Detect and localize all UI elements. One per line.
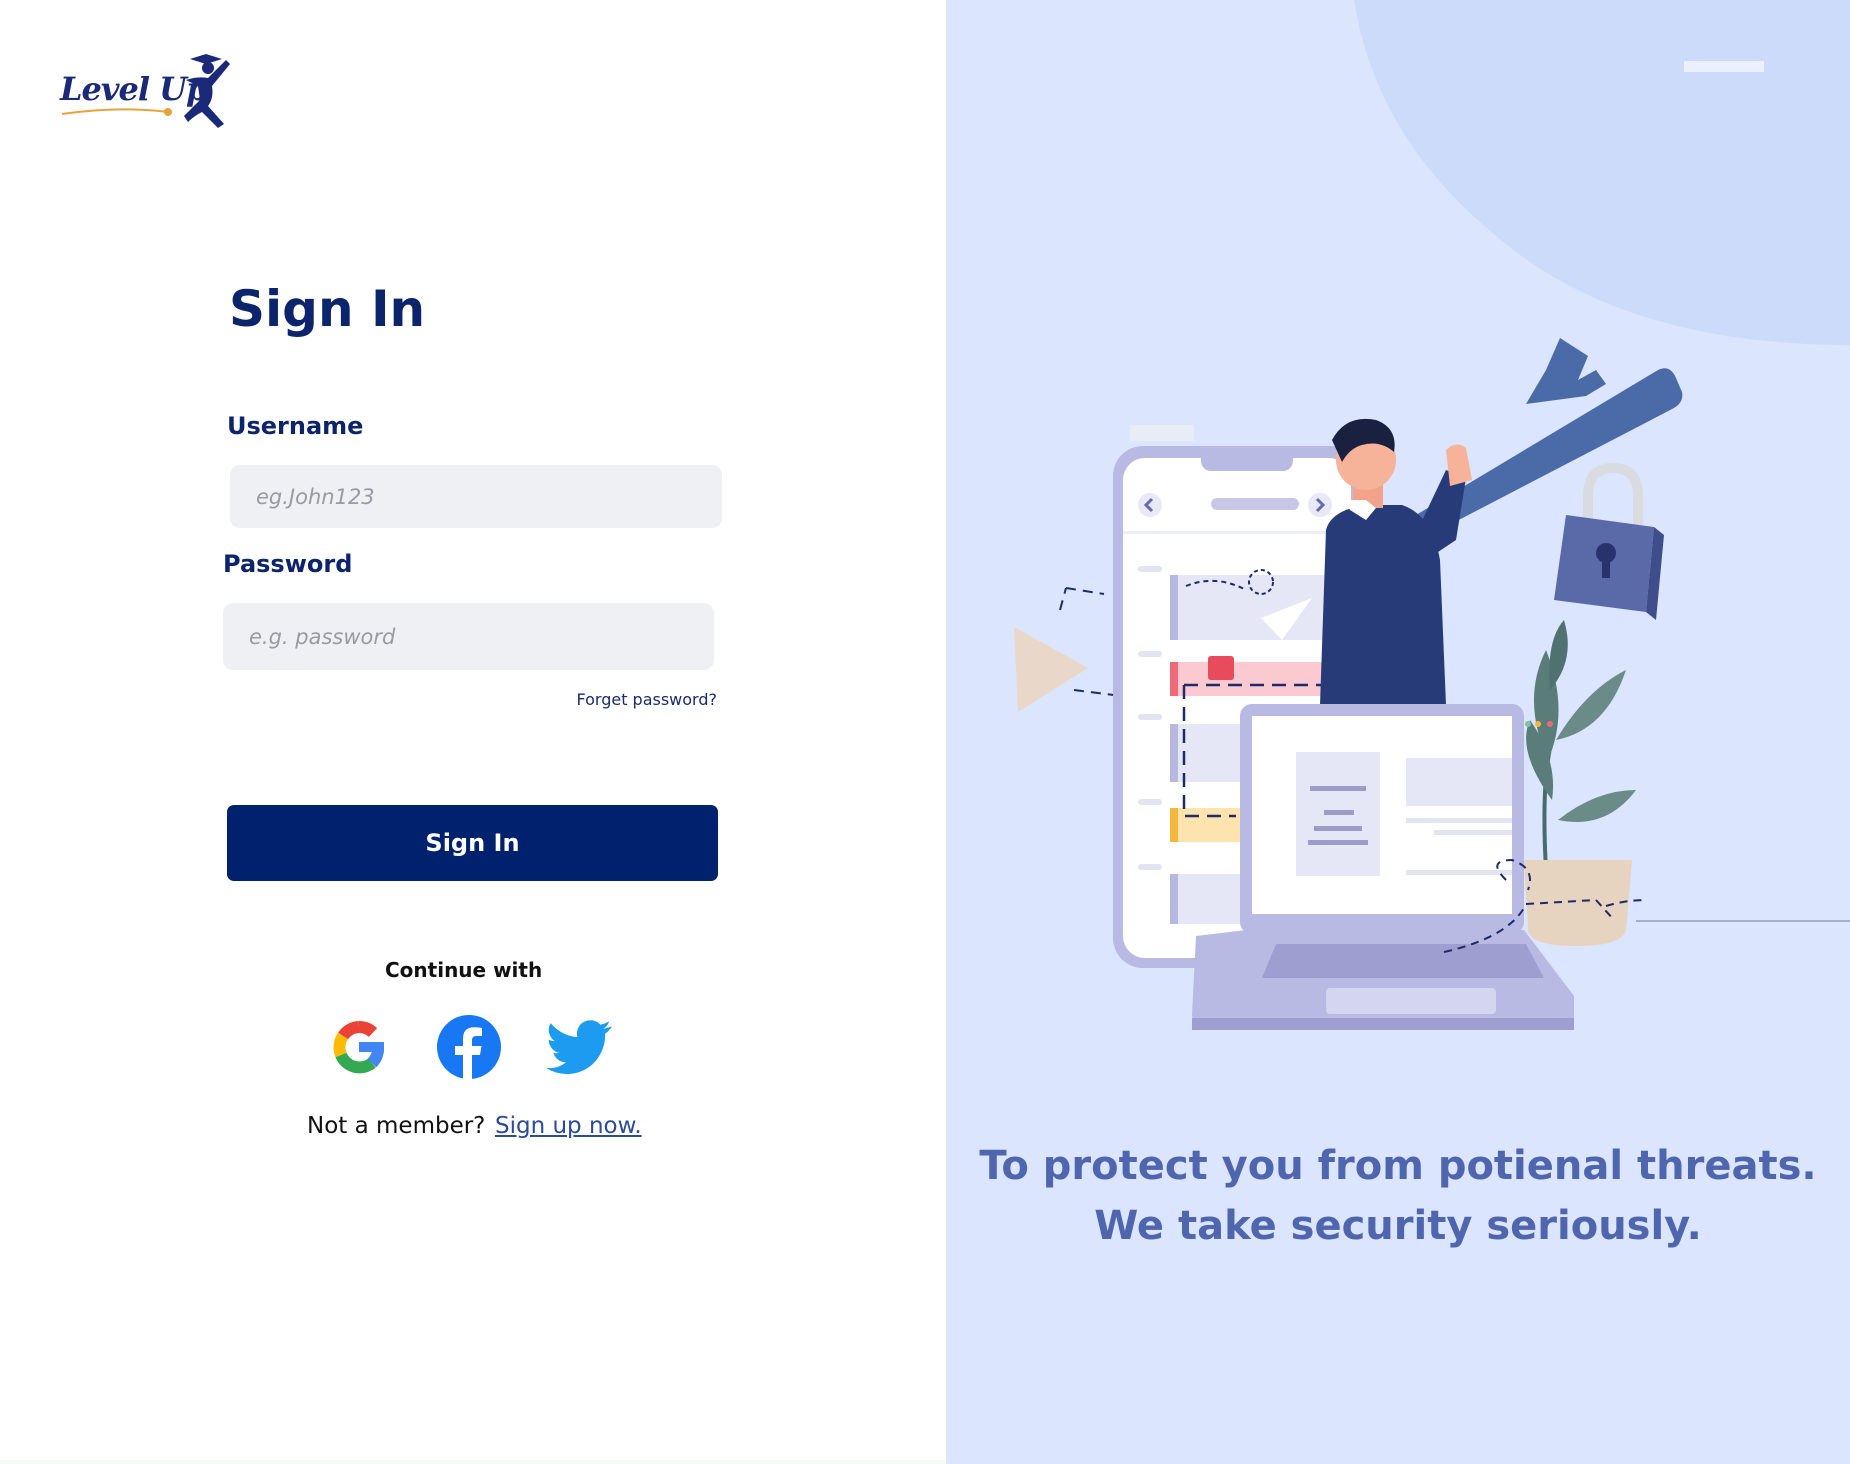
- twitter-icon: [546, 1020, 612, 1074]
- signin-panel: Level Up Sign In Username Password Forge…: [0, 0, 946, 1464]
- play-triangle-shape: [1014, 627, 1088, 712]
- username-input[interactable]: [230, 465, 722, 528]
- bottom-strip: [0, 1460, 946, 1464]
- person-graphic: [1320, 418, 1472, 705]
- not-member-text: Not a member?: [307, 1113, 486, 1139]
- hero-line-2: We take security seriously.: [1094, 1203, 1702, 1249]
- continue-with-label: Continue with: [385, 958, 543, 982]
- twitter-login-button[interactable]: [546, 1014, 612, 1080]
- hero-line-1: To protect you from potienal threats.: [979, 1143, 1817, 1189]
- sign-up-link[interactable]: Sign up now.: [495, 1113, 642, 1139]
- padlock-graphic: [1554, 462, 1664, 620]
- username-label: Username: [227, 412, 364, 440]
- plant-graphic: [1524, 620, 1636, 946]
- level-up-logo[interactable]: Level Up: [60, 50, 240, 130]
- password-label: Password: [223, 550, 353, 578]
- hero-panel: To protect you from potienal threats. We…: [946, 0, 1850, 1464]
- google-login-button[interactable]: [326, 1014, 392, 1080]
- sign-in-button[interactable]: Sign In: [227, 805, 718, 881]
- google-icon: [333, 1021, 385, 1074]
- logo-swoosh-icon: [61, 108, 172, 116]
- forgot-password-link[interactable]: Forget password?: [576, 690, 717, 709]
- hero-tagline: To protect you from potienal threats. We…: [946, 1136, 1850, 1256]
- hero-blob-shape: [1354, 0, 1850, 345]
- page-title: Sign In: [229, 280, 426, 338]
- facebook-icon: [437, 1015, 501, 1080]
- facebook-login-button[interactable]: [436, 1014, 502, 1080]
- password-input[interactable]: [223, 603, 714, 670]
